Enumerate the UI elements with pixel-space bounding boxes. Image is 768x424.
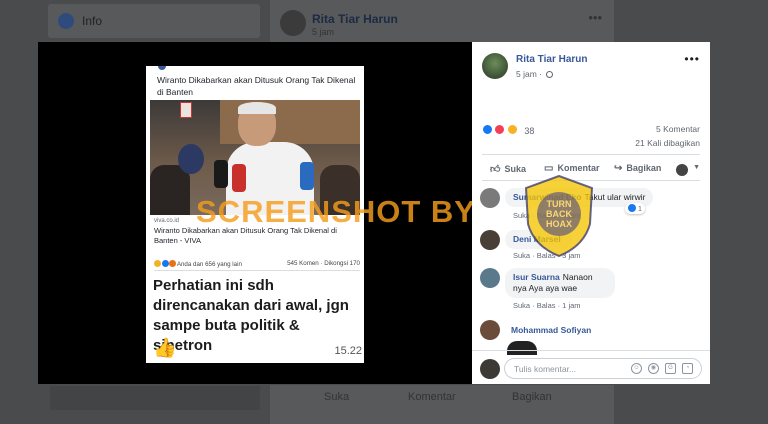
photo-person-hair — [238, 102, 276, 114]
comment-input[interactable]: Tulis komentar... ☺ ◉ G ◔ — [504, 358, 702, 379]
commenter-avatar[interactable] — [480, 230, 500, 250]
commenter-name[interactable]: Isur Suarna — [513, 272, 560, 282]
comment-composer: Tulis komentar... ☺ ◉ G ◔ — [472, 350, 710, 384]
bg-comment: Komentar — [408, 391, 456, 403]
screenshot-time: 15.22 — [334, 345, 362, 357]
share-label: Bagikan — [626, 163, 662, 173]
post-time[interactable]: 5 jam · — [516, 69, 554, 79]
chevron-down-icon[interactable]: ▼ — [693, 164, 700, 171]
badge-word: TURN — [547, 199, 572, 209]
screenshot-title: Wiranto Dikabarkan akan Ditusuk Orang Ta… — [157, 75, 356, 97]
gif-icon[interactable]: G — [665, 363, 676, 374]
camera-icon[interactable]: ◉ — [648, 363, 659, 374]
comment-meta[interactable]: Suka · Balas · 1 jam — [513, 301, 581, 310]
comment-count[interactable]: 5 Komentar — [656, 124, 700, 134]
wow-icon — [506, 124, 518, 135]
screenshot-caption: Perhatian ini sdh direncanakan dari awal… — [153, 277, 349, 354]
commenter-avatar[interactable] — [480, 268, 500, 288]
comment-bubble: Isur Suarna Nanaon nya Aya aya wae — [505, 268, 615, 298]
bg-avatar — [280, 10, 306, 36]
thumbs-up-icon: 👍︎ — [490, 164, 501, 175]
like-label: Suka — [504, 164, 526, 174]
author-avatar[interactable] — [482, 53, 508, 79]
bg-author: Rita Tiar Harun — [312, 12, 398, 26]
sticker-icon[interactable]: ◔ — [682, 363, 693, 374]
screenshot-reaction-text: Anda dan 656 yang lain — [176, 261, 242, 268]
love-icon — [494, 124, 506, 135]
like-icon — [161, 260, 169, 267]
like-icon — [482, 124, 493, 135]
comment-button[interactable]: ▭ Komentar — [544, 163, 599, 174]
globe-icon — [546, 71, 554, 78]
comment-like-badge[interactable]: 1 — [625, 203, 645, 214]
bg-thumbnails — [50, 386, 260, 410]
comment-placeholder: Tulis komentar... — [514, 364, 577, 374]
info-icon — [58, 13, 74, 29]
bg-sidebar-info: Info — [48, 4, 260, 38]
thumbs-up-icon: 👍 — [153, 338, 177, 359]
bg-more-icon: ••• — [588, 10, 602, 25]
badge-word: BACK — [546, 209, 572, 219]
no-smoking-sign — [180, 102, 192, 118]
screenshot-source: viva.co.id — [154, 218, 180, 224]
brand-mark — [158, 66, 166, 70]
share-button[interactable]: ↪ Bagikan — [614, 163, 661, 174]
author-name[interactable]: Rita Tiar Harun — [516, 54, 588, 65]
post-time-label: 5 jam — [516, 69, 537, 79]
share-arrow-icon: ↪ — [614, 163, 623, 174]
reaction-count: 38 — [524, 126, 535, 136]
viewer-avatar — [480, 359, 500, 379]
more-options-icon[interactable]: ••• — [684, 52, 700, 66]
microphone — [300, 162, 314, 190]
reaction-summary[interactable]: 38 — [482, 121, 534, 139]
share-count[interactable]: 21 Kali dibagikan — [635, 138, 700, 148]
comment-label: Komentar — [557, 163, 600, 173]
bg-action-bar: Suka Komentar Bagikan — [270, 385, 614, 424]
commenter-avatar[interactable] — [480, 188, 500, 208]
photo-person-hijab — [178, 144, 204, 174]
screenshot-reactions: Anda dan 656 yang lain — [154, 260, 242, 268]
bg-post-header: Rita Tiar Harun 5 jam ••• — [270, 0, 614, 44]
microphone — [232, 164, 246, 192]
turnbackhoax-badge: TURN BACK HOAX — [524, 174, 594, 258]
like-icon — [628, 204, 636, 212]
bg-like: Suka — [324, 391, 350, 403]
bg-share: Bagikan — [512, 391, 552, 403]
wow-icon — [169, 260, 177, 267]
bg-time: 5 jam — [312, 27, 335, 37]
screenshot-stats: 545 Komen · Dikongsi 170 — [287, 260, 360, 267]
comment-like-count: 1 — [638, 206, 642, 213]
emoji-icon[interactable]: ☺ — [631, 363, 642, 374]
photo-crowd-left — [150, 165, 190, 215]
actor-selector-avatar[interactable] — [676, 164, 688, 176]
commenter-name[interactable]: Mohammad Sofiyan — [511, 325, 591, 335]
watermark-text: SCREENSHOT BY — [196, 194, 476, 229]
like-button[interactable]: 👍︎ Suka — [490, 163, 526, 175]
haha-icon — [154, 260, 161, 267]
commenter-avatar[interactable] — [480, 320, 500, 340]
divider — [154, 270, 360, 271]
microphone — [214, 160, 228, 188]
divider — [482, 154, 700, 155]
speech-bubble-icon: ▭ — [544, 163, 554, 174]
bg-info-label: Info — [82, 14, 103, 28]
badge-word: HOAX — [546, 219, 572, 229]
